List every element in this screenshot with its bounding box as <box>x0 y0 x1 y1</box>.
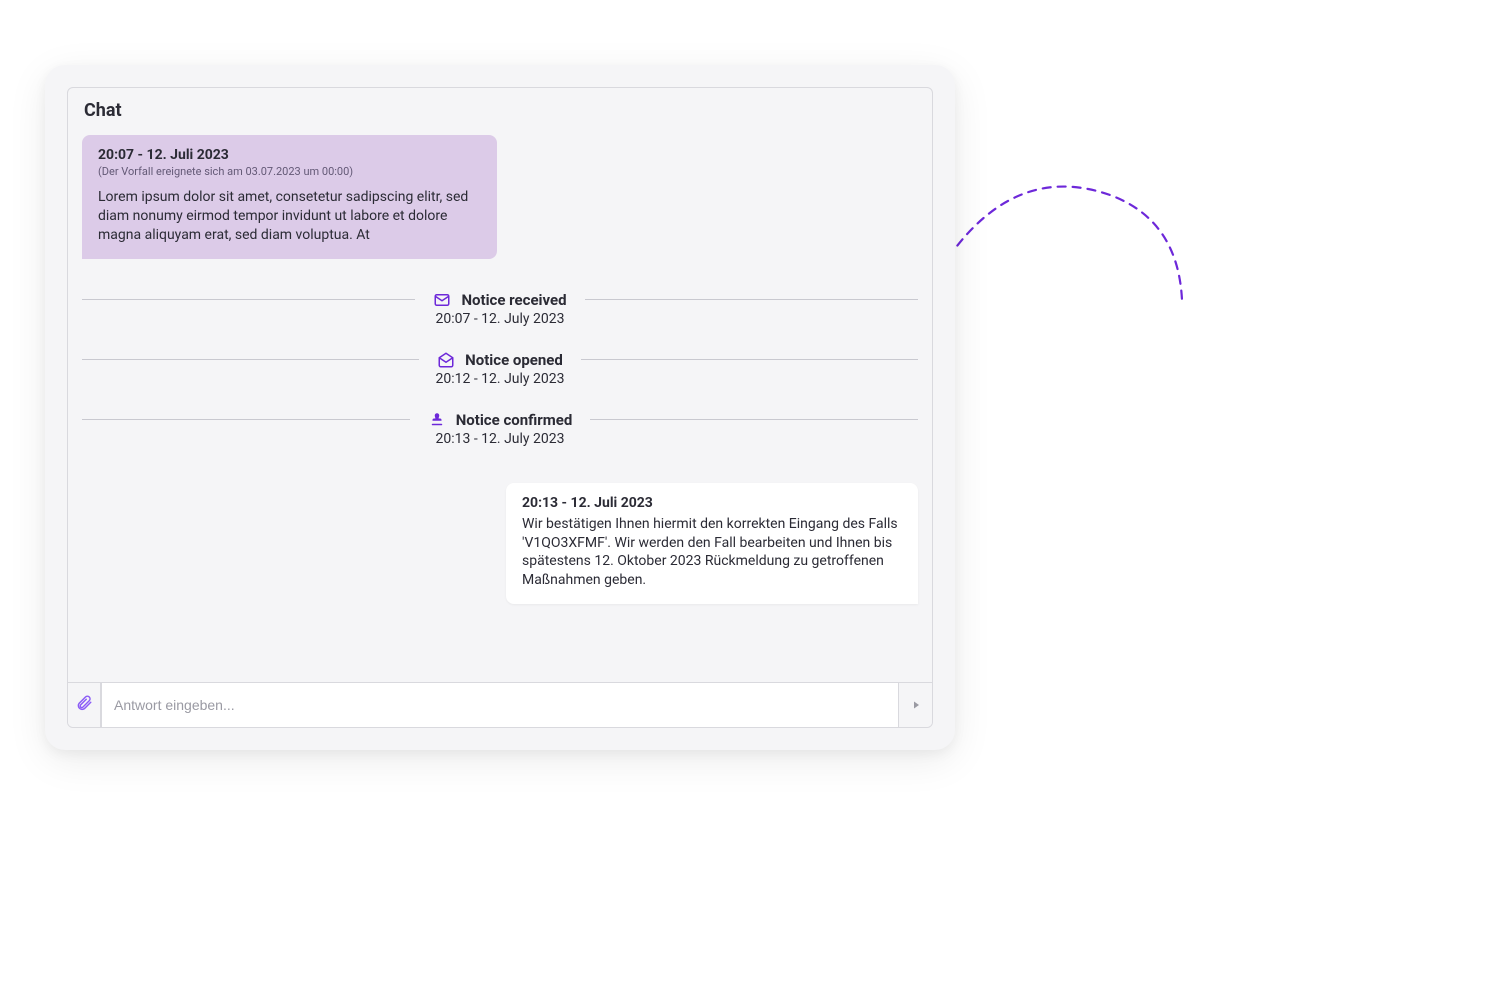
status-time: 20:13 - 12. July 2023 <box>82 431 918 447</box>
decorative-curve <box>940 180 1200 340</box>
chat-message-outgoing: 20:13 - 12. Juli 2023 Wir bestätigen Ihn… <box>506 483 918 605</box>
message-body: Wir bestätigen Ihnen hiermit den korrekt… <box>522 515 902 591</box>
input-bar <box>68 682 932 727</box>
message-timestamp: 20:07 - 12. Juli 2023 <box>98 147 481 163</box>
attach-button[interactable] <box>68 683 101 727</box>
status-title: Notice received <box>461 291 566 309</box>
chat-body[interactable]: 20:07 - 12. Juli 2023 (Der Vorfall ereig… <box>68 123 932 682</box>
chat-title: Chat <box>68 88 932 123</box>
status-title: Notice opened <box>465 351 563 369</box>
send-button[interactable] <box>899 683 932 727</box>
status-time: 20:12 - 12. July 2023 <box>82 371 918 387</box>
chat-card: Chat 20:07 - 12. Juli 2023 (Der Vorfall … <box>45 65 955 750</box>
status-title: Notice confirmed <box>456 411 573 429</box>
separator-line <box>590 419 918 420</box>
chat-message-incoming: 20:07 - 12. Juli 2023 (Der Vorfall ereig… <box>82 135 497 259</box>
message-body: Lorem ipsum dolor sit amet, consetetur s… <box>98 188 481 245</box>
separator-line <box>585 299 918 300</box>
status-separator: Notice opened <box>82 351 918 369</box>
separator-line <box>581 359 918 360</box>
status-separator: Notice received <box>82 291 918 309</box>
status-separator: Notice confirmed <box>82 411 918 429</box>
send-icon <box>910 696 922 715</box>
paperclip-icon <box>75 694 93 716</box>
reply-input[interactable] <box>101 683 899 727</box>
separator-line <box>82 359 419 360</box>
stamp-icon <box>428 411 446 429</box>
separator-line <box>82 419 410 420</box>
mail-open-icon <box>437 351 455 369</box>
mail-closed-icon <box>433 291 451 309</box>
status-time: 20:07 - 12. July 2023 <box>82 311 918 327</box>
separator-line <box>82 299 415 300</box>
chat-panel: Chat 20:07 - 12. Juli 2023 (Der Vorfall … <box>67 87 933 728</box>
message-timestamp: 20:13 - 12. Juli 2023 <box>522 495 902 511</box>
message-note: (Der Vorfall ereignete sich am 03.07.202… <box>98 165 481 178</box>
